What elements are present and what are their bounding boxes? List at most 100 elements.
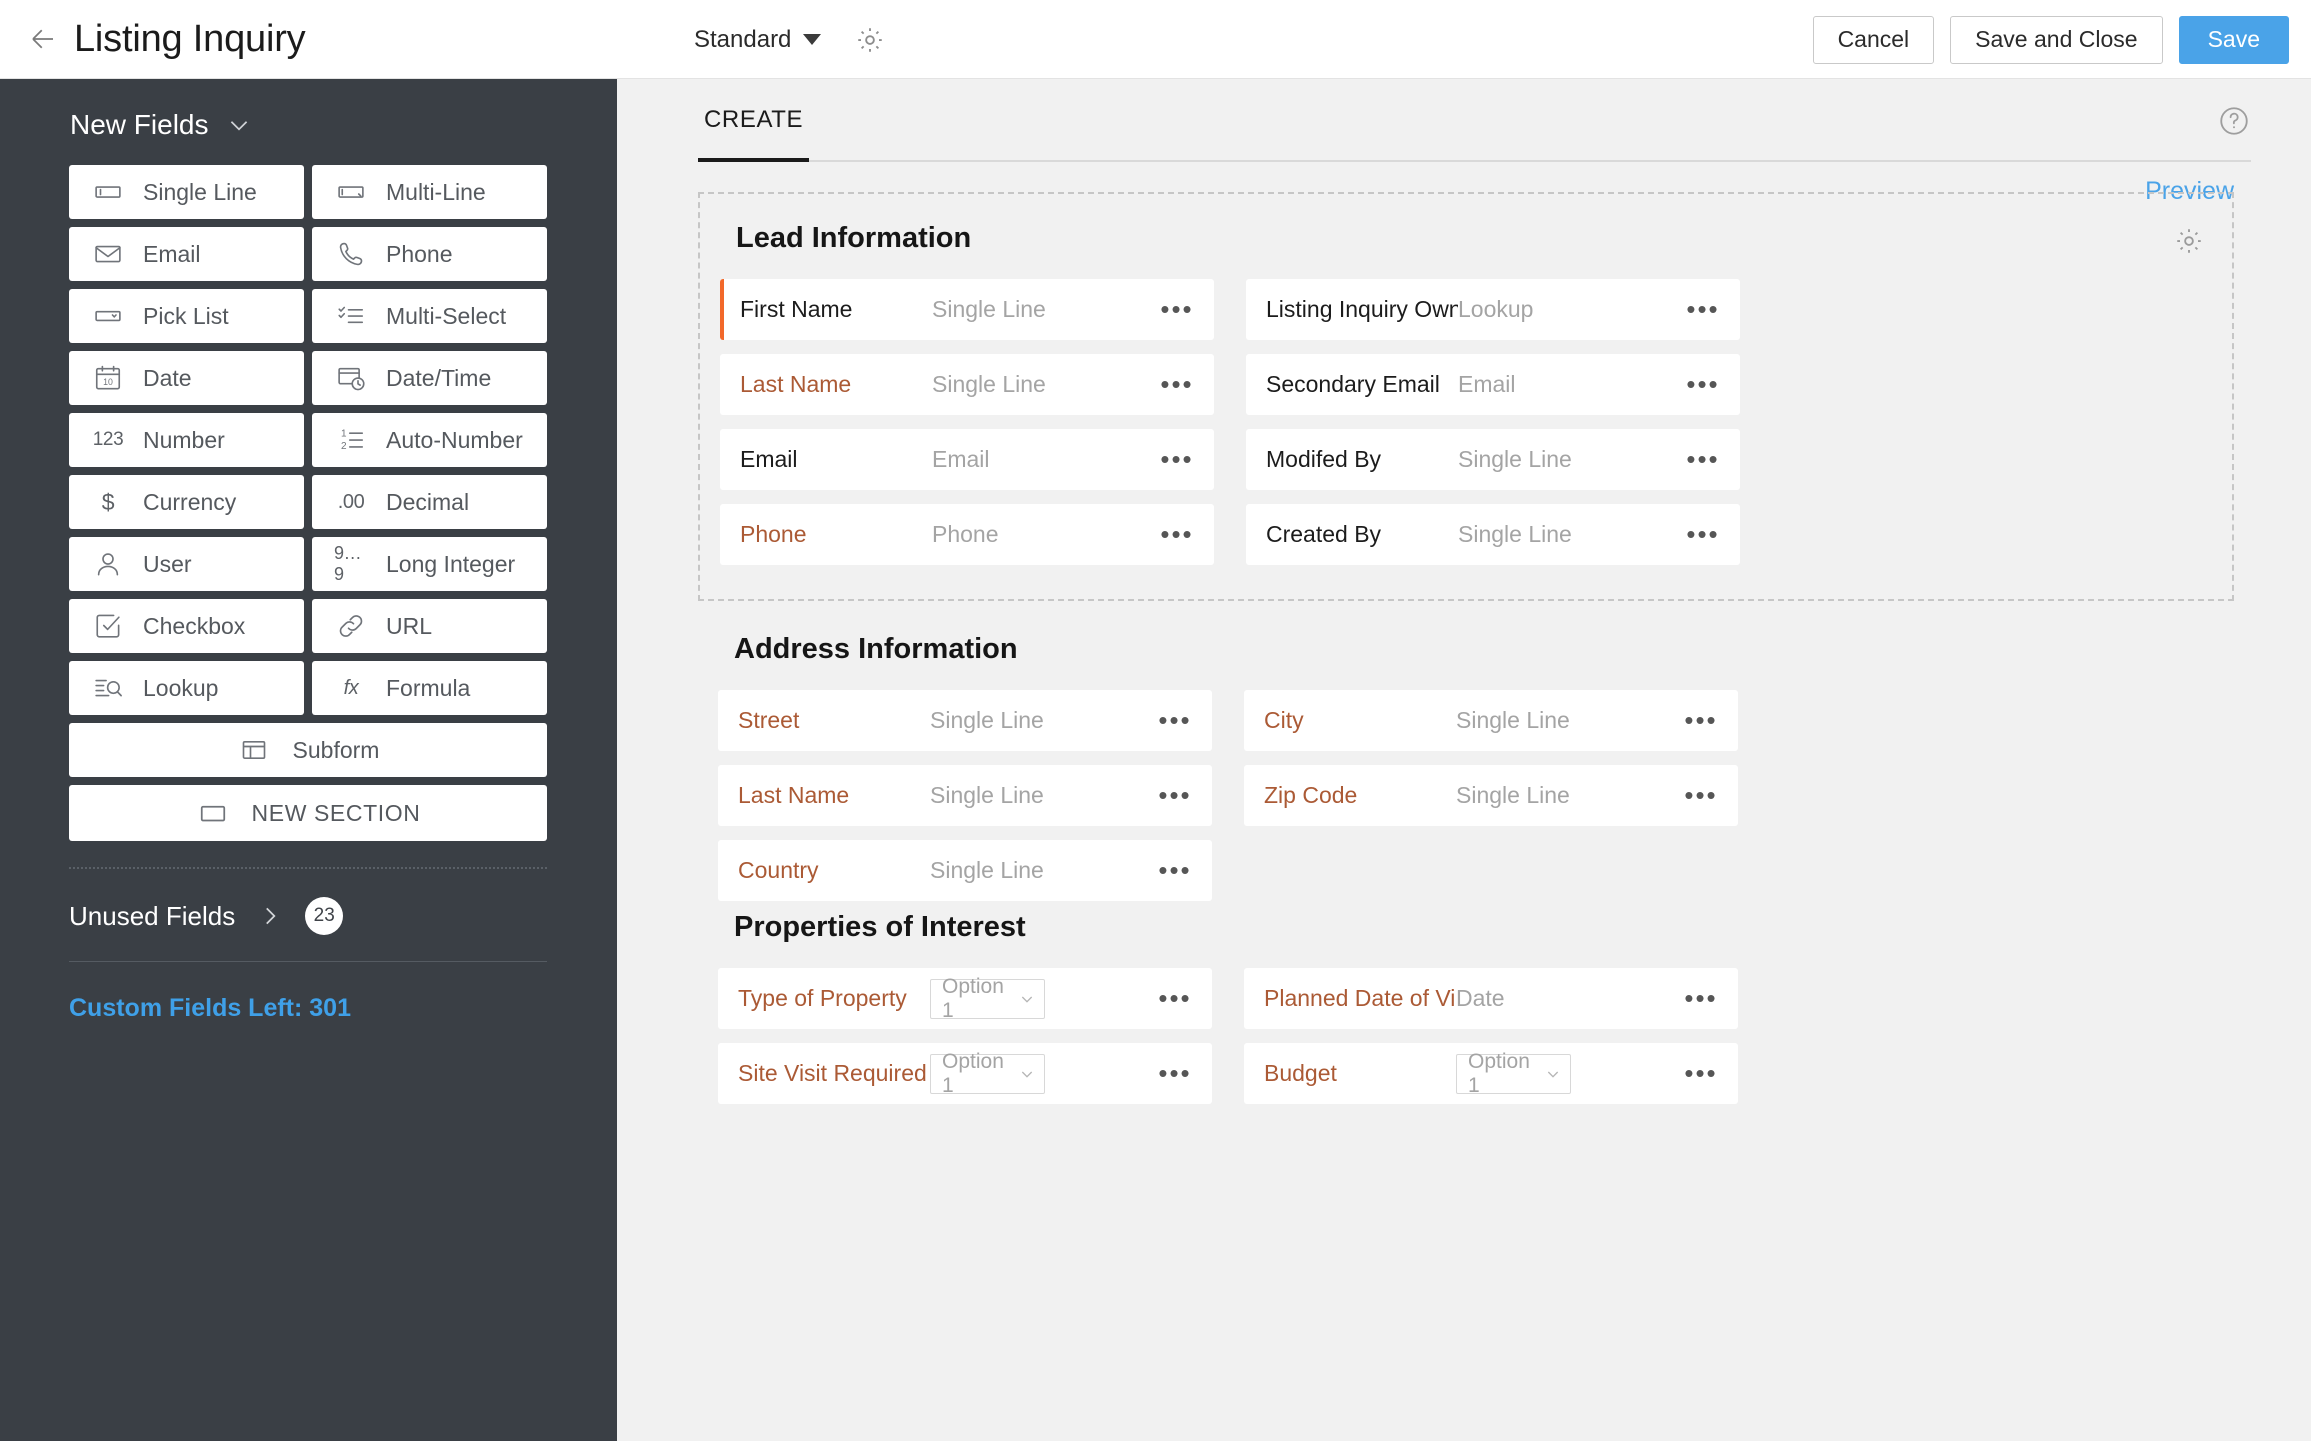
- more-options-icon[interactable]: •••: [1144, 983, 1206, 1014]
- option-select[interactable]: Option 1: [930, 1050, 1045, 1097]
- more-options-icon[interactable]: •••: [1672, 369, 1734, 400]
- field-chip-date[interactable]: 10 Date: [69, 351, 304, 405]
- row-type-label: Lookup: [1458, 296, 1534, 322]
- more-options-icon[interactable]: •••: [1146, 294, 1208, 325]
- tab-strip: CREATE: [698, 106, 2251, 162]
- fx-icon: fx: [343, 676, 359, 699]
- field-chip-number[interactable]: 123 Number: [69, 413, 304, 467]
- field-chip-single-line[interactable]: Single Line: [69, 165, 304, 219]
- field-row[interactable]: Street Single Line •••: [718, 690, 1212, 751]
- field-row[interactable]: Type of Property Option 1 •••: [718, 968, 1212, 1029]
- field-row[interactable]: Email Email •••: [720, 429, 1214, 490]
- field-chip-multi-select[interactable]: Multi-Select: [312, 289, 547, 343]
- back-arrow-icon[interactable]: [26, 22, 60, 56]
- field-row[interactable]: Modifed By Single Line •••: [1246, 429, 1740, 490]
- single-line-icon: [91, 177, 125, 207]
- field-row[interactable]: Listing Inquiry OwnerLookup •••: [1246, 279, 1740, 340]
- more-options-icon[interactable]: •••: [1670, 780, 1732, 811]
- unused-fields-row[interactable]: Unused Fields 23: [69, 897, 617, 935]
- field-row[interactable]: Phone Phone •••: [720, 504, 1214, 565]
- field-row[interactable]: Zip Code Single Line •••: [1244, 765, 1738, 826]
- field-chip-formula[interactable]: fx Formula: [312, 661, 547, 715]
- more-options-icon[interactable]: •••: [1146, 519, 1208, 550]
- save-and-close-button[interactable]: Save and Close: [1950, 15, 2163, 64]
- cancel-button[interactable]: Cancel: [1812, 15, 1935, 64]
- field-chip-url[interactable]: URL: [312, 599, 547, 653]
- field-row[interactable]: Secondary Email Email •••: [1246, 354, 1740, 415]
- more-options-icon[interactable]: •••: [1670, 705, 1732, 736]
- field-row[interactable]: City Single Line •••: [1244, 690, 1738, 751]
- unused-fields-label: Unused Fields: [69, 900, 236, 931]
- section-address-information: Address Information Street Single Line ••• C…: [698, 633, 2234, 901]
- save-button[interactable]: Save: [2178, 15, 2289, 64]
- new-fields-header[interactable]: New Fields: [70, 109, 617, 141]
- section-rows: First Name Single Line ••• Listing Inquiry …: [720, 279, 2212, 565]
- more-options-icon[interactable]: •••: [1670, 983, 1732, 1014]
- sidebar-divider-bottom: [69, 961, 547, 962]
- field-row[interactable]: Last Name Single Line •••: [718, 765, 1212, 826]
- option-select[interactable]: Option 1: [1456, 1050, 1571, 1097]
- field-chip-multi-line[interactable]: Multi-Line: [312, 165, 547, 219]
- field-chip-user[interactable]: User: [69, 537, 304, 591]
- field-row-label: Budget: [1264, 1060, 1337, 1086]
- question-mark-icon[interactable]: [2217, 104, 2251, 143]
- field-chip-pick-list[interactable]: Pick List: [69, 289, 304, 343]
- field-chip-label: Checkbox: [143, 612, 246, 639]
- chevron-down-icon[interactable]: [226, 112, 252, 138]
- field-row[interactable]: Country Single Line •••: [718, 840, 1212, 901]
- layout-picker[interactable]: Standard: [694, 0, 885, 79]
- field-chip-email[interactable]: Email: [69, 227, 304, 281]
- more-options-icon[interactable]: •••: [1144, 780, 1206, 811]
- chevron-down-icon[interactable]: [803, 34, 822, 45]
- more-options-icon[interactable]: •••: [1144, 855, 1206, 886]
- more-options-icon[interactable]: •••: [1144, 1058, 1206, 1089]
- field-row[interactable]: First Name Single Line •••: [720, 279, 1214, 340]
- field-row[interactable]: Created By Single Line •••: [1246, 504, 1740, 565]
- field-row-label: Secondary Email: [1266, 371, 1440, 397]
- field-chip-label: Date: [143, 364, 192, 391]
- field-chip-date-time[interactable]: Date/Time: [312, 351, 547, 405]
- field-chip-subform[interactable]: Subform: [69, 723, 547, 777]
- field-row-label: Type of Property: [738, 985, 907, 1011]
- field-row[interactable]: Last Name Single Line •••: [720, 354, 1214, 415]
- field-row[interactable]: Planned Date of VisitDate •••: [1244, 968, 1738, 1029]
- row-type-label: Phone: [932, 521, 999, 547]
- field-chip-auto-number[interactable]: 1 2 Auto-Number: [312, 413, 547, 467]
- row-type-label: Single Line: [1458, 446, 1572, 472]
- more-options-icon[interactable]: •••: [1144, 705, 1206, 736]
- row-type-label: Single Line: [932, 371, 1046, 397]
- sidebar-divider-top: [69, 867, 547, 869]
- field-chip-decimal[interactable]: .00 Decimal: [312, 475, 547, 529]
- field-row[interactable]: Site Visit Required Option 1 •••: [718, 1043, 1212, 1104]
- option-select[interactable]: Option 1: [930, 975, 1045, 1022]
- field-row-label: Site Visit Required: [738, 1060, 927, 1086]
- auto-number-icon: 12: [334, 425, 368, 455]
- field-chip-checkbox[interactable]: Checkbox: [69, 599, 304, 653]
- more-options-icon[interactable]: •••: [1146, 444, 1208, 475]
- option-select-value: Option 1: [942, 974, 1004, 1022]
- more-options-icon[interactable]: •••: [1672, 294, 1734, 325]
- chevron-right-icon[interactable]: [257, 903, 283, 929]
- field-row-label: Created By: [1266, 521, 1382, 547]
- field-row-label: Planned Date of Visit: [1264, 985, 1456, 1011]
- field-chip-lookup[interactable]: Lookup: [69, 661, 304, 715]
- more-options-icon[interactable]: •••: [1672, 519, 1734, 550]
- new-section-button[interactable]: NEW SECTION: [69, 785, 547, 841]
- field-chip-currency[interactable]: $ Currency: [69, 475, 304, 529]
- field-chip-label: Email: [143, 240, 201, 267]
- more-options-icon[interactable]: •••: [1672, 444, 1734, 475]
- custom-fields-left-link[interactable]: Custom Fields Left: 301: [69, 994, 617, 1023]
- more-options-icon[interactable]: •••: [1146, 369, 1208, 400]
- tab-create[interactable]: CREATE: [698, 106, 810, 162]
- row-type-label: Single Line: [930, 707, 1044, 733]
- new-fields-label: New Fields: [70, 109, 209, 140]
- page-title: Listing Inquiry: [74, 17, 306, 60]
- field-chip-long-integer[interactable]: 9…9 Long Integer: [312, 537, 547, 591]
- field-chip-phone[interactable]: Phone: [312, 227, 547, 281]
- gear-icon[interactable]: [855, 25, 885, 55]
- field-row[interactable]: Budget Option 1 •••: [1244, 1043, 1738, 1104]
- gear-icon[interactable]: [2174, 226, 2204, 256]
- row-type-label: Single Line: [1456, 707, 1570, 733]
- more-options-icon[interactable]: •••: [1670, 1058, 1732, 1089]
- row-type-label: Date: [1456, 985, 1505, 1011]
